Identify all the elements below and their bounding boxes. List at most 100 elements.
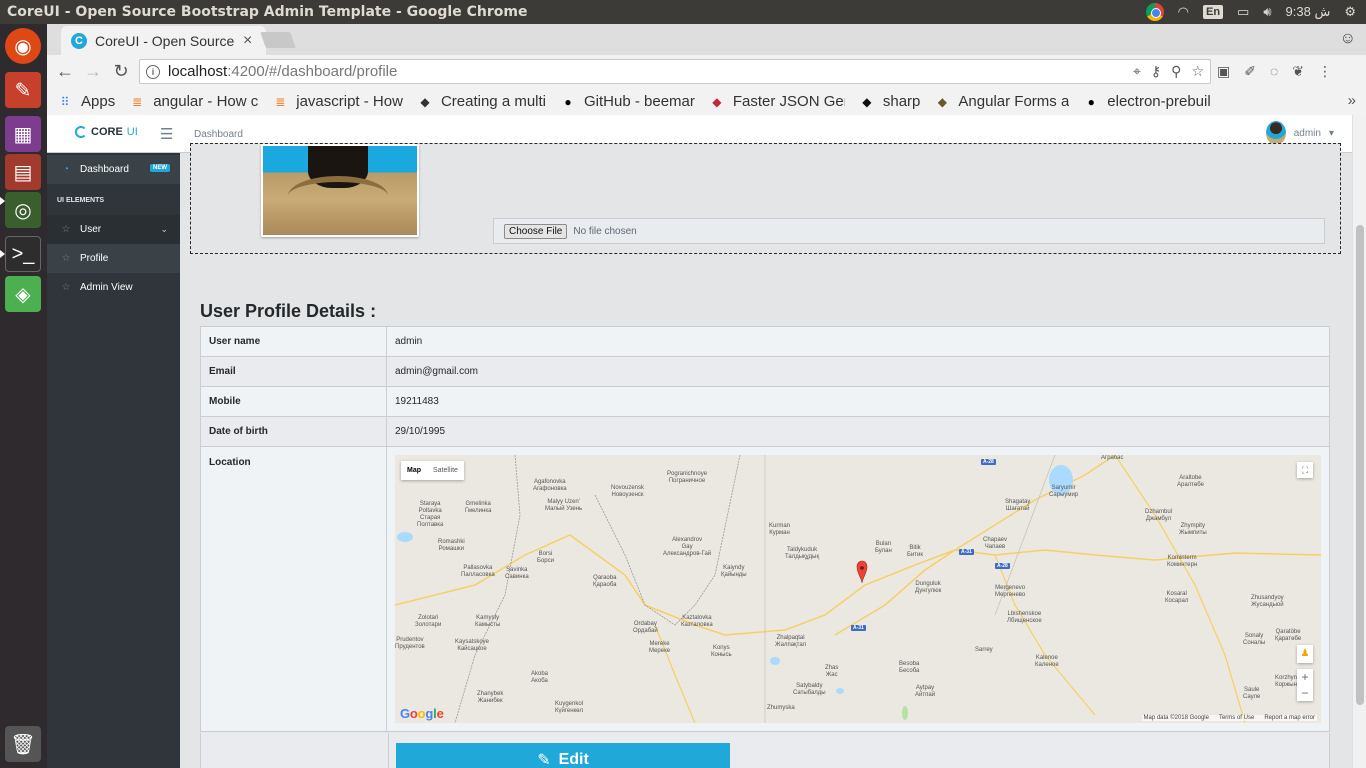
volume-icon[interactable]: 🔊︎ <box>1263 4 1271 20</box>
key-icon[interactable]: ⚷ <box>1151 63 1161 80</box>
page-scrollbar[interactable] <box>1352 115 1366 768</box>
menu-kebab-icon[interactable]: ⋮ <box>1318 63 1332 80</box>
fullscreen-icon[interactable]: ⛶ <box>1297 462 1313 478</box>
clock[interactable]: 9:38 ش <box>1286 4 1331 20</box>
new-badge: NEW <box>150 164 170 172</box>
terminal-icon[interactable]: >_ <box>5 236 41 272</box>
chrome-indicator-icon[interactable] <box>1145 3 1164 21</box>
bookmark-item[interactable]: ● electron-prebuil <box>1083 93 1211 110</box>
system-gear-icon[interactable]: ⚙ <box>1344 4 1356 20</box>
bookmark-site-icon: ◆ <box>420 94 430 109</box>
sidebar-toggle-icon[interactable]: ☰ <box>160 125 173 143</box>
star-icon: ☆ <box>61 253 71 264</box>
sidebar-item-label: Profile <box>80 253 109 264</box>
zoom-out-icon[interactable]: − <box>1297 685 1313 701</box>
apps-grid-icon: ⠿ <box>60 94 70 109</box>
user-menu[interactable]: admin ▾ <box>1265 121 1334 145</box>
sidebar-item-dashboard[interactable]: ◔ Dashboard NEW <box>47 155 180 184</box>
star-icon: ☆ <box>61 282 71 293</box>
battery-icon[interactable]: ▭ <box>1237 4 1249 20</box>
map-data-text: Map data ©2018 Google <box>1143 715 1209 721</box>
address-bar[interactable]: i localhost:4200/#/dashboard/profile ⌖ ⚷… <box>139 59 1211 84</box>
row-value: admin <box>386 326 1330 357</box>
browser-tab-active[interactable]: C CoreUI - Open Source Bootstrap Admin T… <box>61 26 266 55</box>
system-settings-icon[interactable]: ✎ <box>5 72 41 108</box>
tab-title: CoreUI - Open Source Bootstrap Admin Tem… <box>95 32 235 49</box>
bookmark-item[interactable]: ◆ Creating a multi <box>417 93 546 110</box>
choose-file-button[interactable]: Choose File <box>504 223 568 239</box>
sidebar-item-label: Dashboard <box>80 164 129 175</box>
sidebar-item-user[interactable]: ☆ User ⌄ <box>47 215 180 244</box>
forward-arrow-icon[interactable]: → <box>79 61 107 82</box>
location-map[interactable]: Agafonovka Агафоновка Malyy Uzen' Малый Уз… <box>395 455 1321 723</box>
file-input[interactable]: Choose File No file chosen <box>493 218 1325 244</box>
user-name: admin <box>1293 127 1321 139</box>
chrome-launcher-icon[interactable]: ◎ <box>5 192 41 228</box>
edit-row <box>200 733 1330 768</box>
breadcrumb[interactable]: Dashboard <box>194 129 243 140</box>
browser-toolbar: ← → ↻ i localhost:4200/#/dashboard/profi… <box>47 55 1366 88</box>
bookmark-site-icon: ◆ <box>712 94 722 109</box>
stackoverflow-icon: ≣ <box>132 94 143 109</box>
location-target-icon[interactable]: ⌖ <box>1133 63 1141 80</box>
bookmarks-overflow-icon[interactable]: » <box>1348 92 1356 109</box>
bookmark-item[interactable]: ◆ sharp <box>859 93 920 110</box>
android-studio-icon[interactable]: ◈ <box>5 276 41 312</box>
row-label: Location <box>200 446 387 732</box>
chevron-down-icon: ⌄ <box>160 224 168 234</box>
map-type-satellite-button[interactable]: Satellite <box>427 461 464 480</box>
sidebar-item-admin-view[interactable]: ☆ Admin View <box>47 273 180 302</box>
map-type-map-button[interactable]: Map <box>401 461 427 480</box>
profile-icon[interactable]: ☺ <box>1340 30 1356 48</box>
scrollbar-thumb[interactable] <box>1356 225 1364 705</box>
bookmark-item[interactable]: ◆ Faster JSON Ger <box>709 93 845 110</box>
terms-link[interactable]: Terms of Use <box>1219 715 1254 721</box>
close-tab-icon[interactable]: × <box>243 32 252 50</box>
edit-label: Edit <box>558 751 589 768</box>
sidebar-item-profile[interactable]: ☆ Profile <box>47 244 180 273</box>
github-icon: ● <box>564 94 572 109</box>
cast-icon[interactable]: ▣ <box>1217 63 1230 80</box>
browser-window: C CoreUI - Open Source Bootstrap Admin T… <box>47 24 1366 768</box>
reload-icon[interactable]: ↻ <box>107 61 135 82</box>
bookmark-item[interactable]: ◆ Angular Forms a <box>934 93 1070 110</box>
bookmark-star-icon[interactable]: ☆ <box>1191 63 1204 80</box>
chevron-down-icon: ▾ <box>1328 127 1334 139</box>
trash-icon[interactable]: 🗑︎ <box>5 726 41 762</box>
photo-upload-area: Choose File No file chosen <box>190 143 1341 254</box>
row-label: Mobile <box>200 386 387 417</box>
brand-core: CORE <box>91 126 123 138</box>
profile-photo <box>261 144 419 237</box>
site-info-icon[interactable]: i <box>146 64 160 79</box>
zoom-icon[interactable]: ⚲ <box>1171 63 1181 80</box>
bookmark-label: Apps <box>81 93 116 110</box>
pencil-icon: ✎ <box>537 752 551 768</box>
fruit-extension-icon[interactable]: ❦ <box>1292 63 1304 80</box>
eyedropper-icon[interactable]: ✐ <box>1244 63 1256 80</box>
bookmark-item[interactable]: ≣ angular - How c <box>129 93 258 110</box>
bookmark-site-icon: ◆ <box>937 94 948 109</box>
workspace-switcher-icon[interactable]: ▦ <box>5 116 41 152</box>
files-cabinet-icon[interactable]: ▤ <box>5 154 41 190</box>
brand-ui: UI <box>126 126 138 138</box>
ubuntu-dash-icon[interactable]: ◉ <box>5 28 41 64</box>
profile-details-table: User name admin Email admin@gmail.com Mo… <box>200 326 1330 732</box>
github-icon: ● <box>1087 94 1095 109</box>
report-error-link[interactable]: Report a map error <box>1264 715 1315 721</box>
bookmark-item[interactable]: ● GitHub - beemar <box>560 93 695 110</box>
google-logo[interactable]: Google <box>400 706 444 721</box>
bookmark-item[interactable]: ⠿ Apps <box>57 93 116 110</box>
back-arrow-icon[interactable]: ← <box>51 61 79 82</box>
extension-icon[interactable]: ◌ <box>1270 63 1278 80</box>
row-value: 29/10/1995 <box>386 416 1330 447</box>
zoom-in-icon[interactable]: + <box>1297 669 1313 685</box>
bookmark-item[interactable]: ≣ javascript - How <box>272 93 403 110</box>
edit-button[interactable]: ✎ Edit <box>396 743 730 768</box>
brand-logo[interactable]: CORE UI <box>75 126 138 138</box>
new-tab-button[interactable] <box>260 32 296 48</box>
wifi-icon[interactable]: ◠ <box>1178 4 1189 20</box>
os-topbar: CoreUI - Open Source Bootstrap Admin Tem… <box>0 0 1366 24</box>
pegman-icon[interactable]: ♟ <box>1297 645 1313 663</box>
row-label: Date of birth <box>200 416 387 447</box>
keyboard-layout-indicator[interactable]: En <box>1202 5 1224 19</box>
